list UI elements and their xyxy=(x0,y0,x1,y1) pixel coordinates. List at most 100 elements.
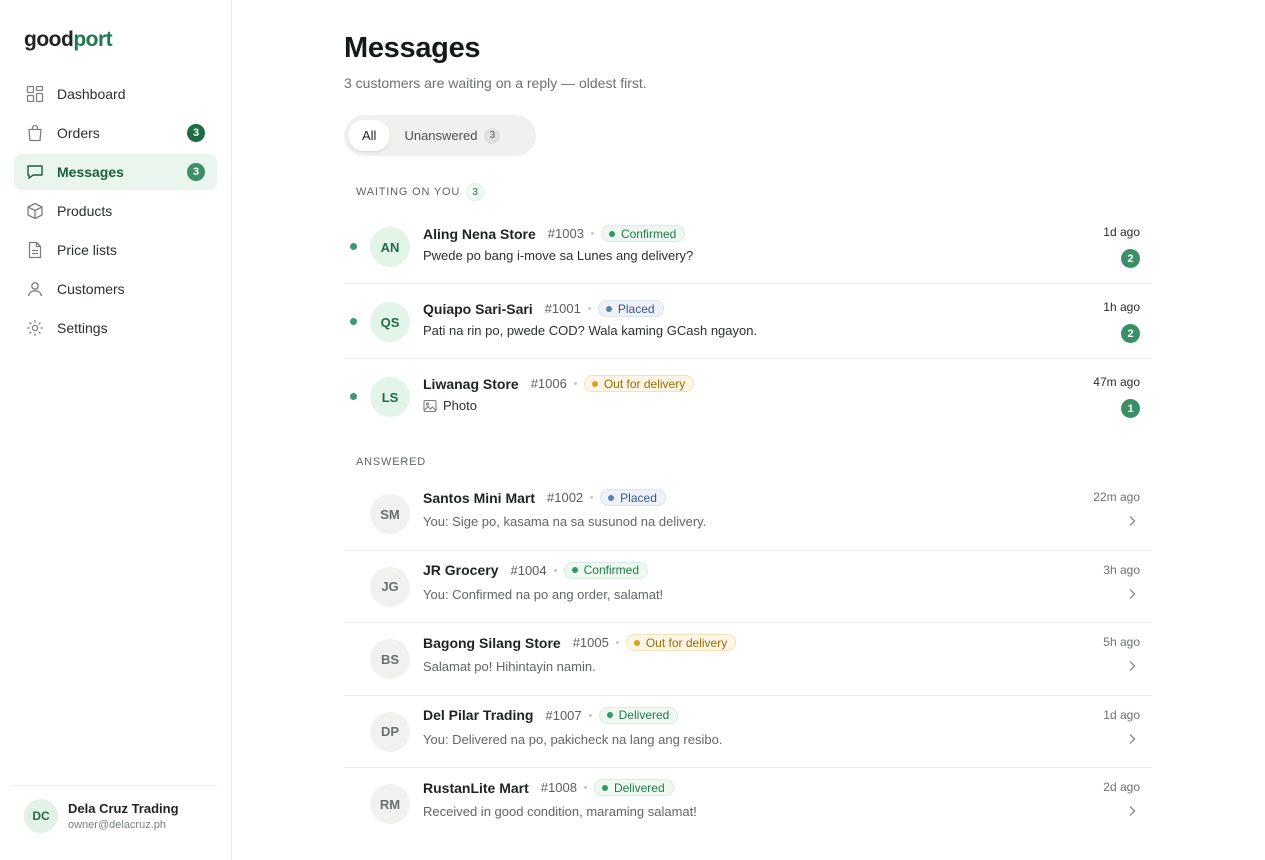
unread-count-badge: 2 xyxy=(1121,324,1140,343)
conversation-row[interactable]: RM RustanLite Mart #1008 Delivered Recei… xyxy=(344,768,1152,841)
customer-name: JR Grocery xyxy=(423,562,499,578)
tab-all[interactable]: All xyxy=(348,120,391,151)
separator-dot xyxy=(553,568,557,572)
document-icon xyxy=(26,241,44,259)
message-time: 22m ago xyxy=(1093,490,1140,504)
sidebar-item-orders[interactable]: Orders 3 xyxy=(14,115,217,151)
status-badge: Placed xyxy=(597,300,664,317)
conversation-row[interactable]: JG JR Grocery #1004 Confirmed You: Confi… xyxy=(344,551,1152,623)
conversation-header: Bagong Silang Store #1005 Out for delive… xyxy=(423,634,737,651)
status-badge: Delivered xyxy=(598,706,679,724)
conversation-row[interactable]: QS Quiapo Sari-Sari #1001 Placed Pati na… xyxy=(344,284,1152,359)
status-badge: Out for delivery xyxy=(583,375,695,392)
section-answered-header: ANSWERED xyxy=(356,456,426,468)
box-icon xyxy=(26,202,44,220)
order-number: #1003 xyxy=(547,226,584,241)
status-dot xyxy=(605,305,612,312)
filter-tabs: All Unanswered 3 xyxy=(344,115,536,156)
sidebar-item-label: Dashboard xyxy=(57,86,126,102)
message-time: 1d ago xyxy=(1103,707,1140,722)
section-waiting-header: WAITING ON YOU 3 xyxy=(356,183,485,201)
message-preview: Salamat po! Hihintayin namin. xyxy=(423,659,596,674)
message-preview: Pwede po bang i-move sa Lunes ang delive… xyxy=(423,248,694,263)
dashboard-icon xyxy=(26,85,44,103)
customer-name: Liwanag Store xyxy=(423,375,519,392)
conversation-row[interactable]: SM Santos Mini Mart #1002 Placed You: Si… xyxy=(344,478,1152,551)
unread-indicator xyxy=(350,393,357,400)
message-time: 3h ago xyxy=(1103,562,1140,577)
separator-dot xyxy=(587,307,591,310)
avatar: DC xyxy=(24,798,58,833)
avatar: AN xyxy=(370,227,410,267)
separator-dot xyxy=(590,496,594,499)
status-badge: Out for delivery xyxy=(625,634,737,651)
status-badge: Placed xyxy=(600,489,666,506)
conversation-header: Aling Nena Store #1003 Confirmed xyxy=(423,225,686,242)
chat-icon xyxy=(26,163,44,181)
status-label: Out for delivery xyxy=(645,635,728,650)
sidebar-nav: Dashboard Orders 3 Messages 3 Products P… xyxy=(14,76,217,349)
avatar: LS xyxy=(370,377,410,417)
message-preview: Photo xyxy=(423,398,477,413)
conversation-header: Quiapo Sari-Sari #1001 Placed xyxy=(423,300,664,317)
status-badge: Confirmed xyxy=(563,561,648,579)
sidebar-item-products[interactable]: Products xyxy=(14,193,217,229)
conversation-row[interactable]: DP Del Pilar Trading #1007 Delivered You… xyxy=(344,696,1152,768)
account-switcher[interactable]: DC Dela Cruz Trading owner@delacruz.ph xyxy=(12,785,217,845)
order-number: #1008 xyxy=(540,780,577,795)
section-waiting-label: WAITING ON YOU xyxy=(356,186,461,198)
customer-name: RustanLite Mart xyxy=(423,779,529,796)
customer-name: Aling Nena Store xyxy=(423,225,536,242)
order-number: #1002 xyxy=(547,490,584,505)
order-number: #1007 xyxy=(545,707,582,723)
avatar: RM xyxy=(370,784,410,824)
page-title: Messages xyxy=(344,32,481,64)
unread-count-badge: 2 xyxy=(1121,249,1140,268)
sidebar-item-label: Price lists xyxy=(57,242,117,258)
conversation-header: Del Pilar Trading #1007 Delivered xyxy=(423,706,679,724)
conversation-row[interactable]: LS Liwanag Store #1006 Out for delivery … xyxy=(344,359,1152,434)
order-number: #1004 xyxy=(510,562,547,578)
gear-icon xyxy=(26,319,44,337)
sidebar-item-price-lists[interactable]: Price lists xyxy=(14,232,217,268)
message-time: 2d ago xyxy=(1103,780,1140,794)
status-badge: Delivered xyxy=(593,779,674,796)
photo-icon xyxy=(423,399,437,413)
message-preview: Received in good condition, maraming sal… xyxy=(423,804,697,819)
message-preview: You: Sige po, kasama na sa susunod na de… xyxy=(423,514,707,529)
separator-dot xyxy=(590,232,594,235)
status-label: Delivered xyxy=(618,708,670,722)
separator-dot xyxy=(583,786,587,789)
status-dot xyxy=(571,567,578,573)
status-label: Confirmed xyxy=(620,226,677,241)
answered-list: SM Santos Mini Mart #1002 Placed You: Si… xyxy=(344,478,1152,841)
avatar: SM xyxy=(370,494,410,534)
separator-dot xyxy=(615,641,619,644)
conversation-row[interactable]: AN Aling Nena Store #1003 Confirmed Pwed… xyxy=(344,209,1152,284)
message-time: 1d ago xyxy=(1103,225,1140,239)
status-label: Delivered xyxy=(613,780,665,795)
conversation-row[interactable]: BS Bagong Silang Store #1005 Out for del… xyxy=(344,623,1152,696)
status-dot xyxy=(608,230,615,237)
conversation-header: Liwanag Store #1006 Out for delivery xyxy=(423,375,695,392)
message-time: 1h ago xyxy=(1103,300,1140,314)
brand-logo-part2: port xyxy=(73,28,113,51)
status-label: Confirmed xyxy=(583,563,639,577)
status-label: Placed xyxy=(620,490,657,505)
avatar: QS xyxy=(370,302,410,342)
unread-indicator xyxy=(350,243,357,250)
sidebar-item-customers[interactable]: Customers xyxy=(14,271,217,307)
account-info: Dela Cruz Trading owner@delacruz.ph xyxy=(68,801,179,831)
order-number: #1001 xyxy=(544,301,581,316)
conversation-header: JR Grocery #1004 Confirmed xyxy=(423,561,648,579)
sidebar-item-settings[interactable]: Settings xyxy=(14,310,217,346)
bag-icon xyxy=(26,124,44,142)
tab-unanswered[interactable]: Unanswered 3 xyxy=(390,120,501,151)
status-dot xyxy=(606,712,613,718)
message-preview: You: Delivered na po, pakicheck na lang … xyxy=(423,731,723,747)
brand-logo[interactable]: goodport xyxy=(24,28,113,52)
unread-indicator xyxy=(350,318,357,325)
avatar: DP xyxy=(370,711,410,752)
sidebar-item-messages[interactable]: Messages 3 xyxy=(14,154,217,190)
sidebar-item-dashboard[interactable]: Dashboard xyxy=(14,76,217,112)
